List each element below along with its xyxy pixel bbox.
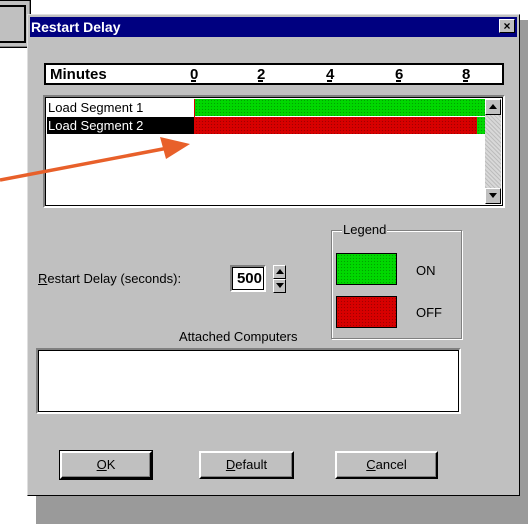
arrow-up-icon[interactable] (485, 99, 501, 115)
restart-delay-spinner[interactable] (273, 265, 286, 293)
ok-button-text: K (106, 457, 116, 472)
scale-tick-mark (258, 80, 263, 82)
load-segment-2-bar[interactable] (195, 117, 477, 134)
chart-scrollbar[interactable] (485, 99, 501, 204)
load-segment-1-bar[interactable] (195, 99, 487, 116)
attached-computers-list[interactable] (36, 348, 461, 414)
annotation-arrow (0, 137, 190, 182)
spin-up-icon[interactable] (273, 265, 286, 279)
legend-off-swatch (336, 296, 397, 328)
default-button[interactable]: Default (199, 451, 294, 479)
cancel-button[interactable]: Cancel (335, 451, 438, 479)
scale-tick-mark (396, 80, 401, 82)
scale-tick-mark (327, 80, 332, 82)
legend-on-label: ON (416, 263, 436, 278)
attached-computers-label: Attached Computers (179, 329, 298, 344)
annotation-arrow-head (160, 137, 190, 159)
legend-title: Legend (342, 222, 388, 237)
cancel-button-text: ancel (375, 457, 407, 472)
restart-delay-label-accel: R (38, 271, 48, 286)
annotation-arrow-line (0, 146, 169, 182)
restart-delay-input[interactable]: 500 (230, 265, 266, 292)
default-button-accel: D (225, 457, 236, 472)
restart-delay-label: Restart Delay (seconds): (38, 271, 181, 286)
default-button-text: efault (235, 457, 268, 472)
arrow-down-icon[interactable] (485, 188, 501, 204)
scale-tick-mark (463, 80, 468, 82)
legend-off-label: OFF (416, 305, 442, 320)
ok-button[interactable]: OK (59, 450, 153, 480)
close-icon[interactable]: × (499, 19, 515, 33)
cancel-button-accel: C (366, 457, 376, 472)
ok-button-accel: O (96, 457, 107, 472)
spin-down-icon[interactable] (273, 279, 286, 293)
restart-delay-label-text: estart Delay (seconds): (47, 271, 182, 286)
legend-on-swatch (336, 253, 397, 285)
